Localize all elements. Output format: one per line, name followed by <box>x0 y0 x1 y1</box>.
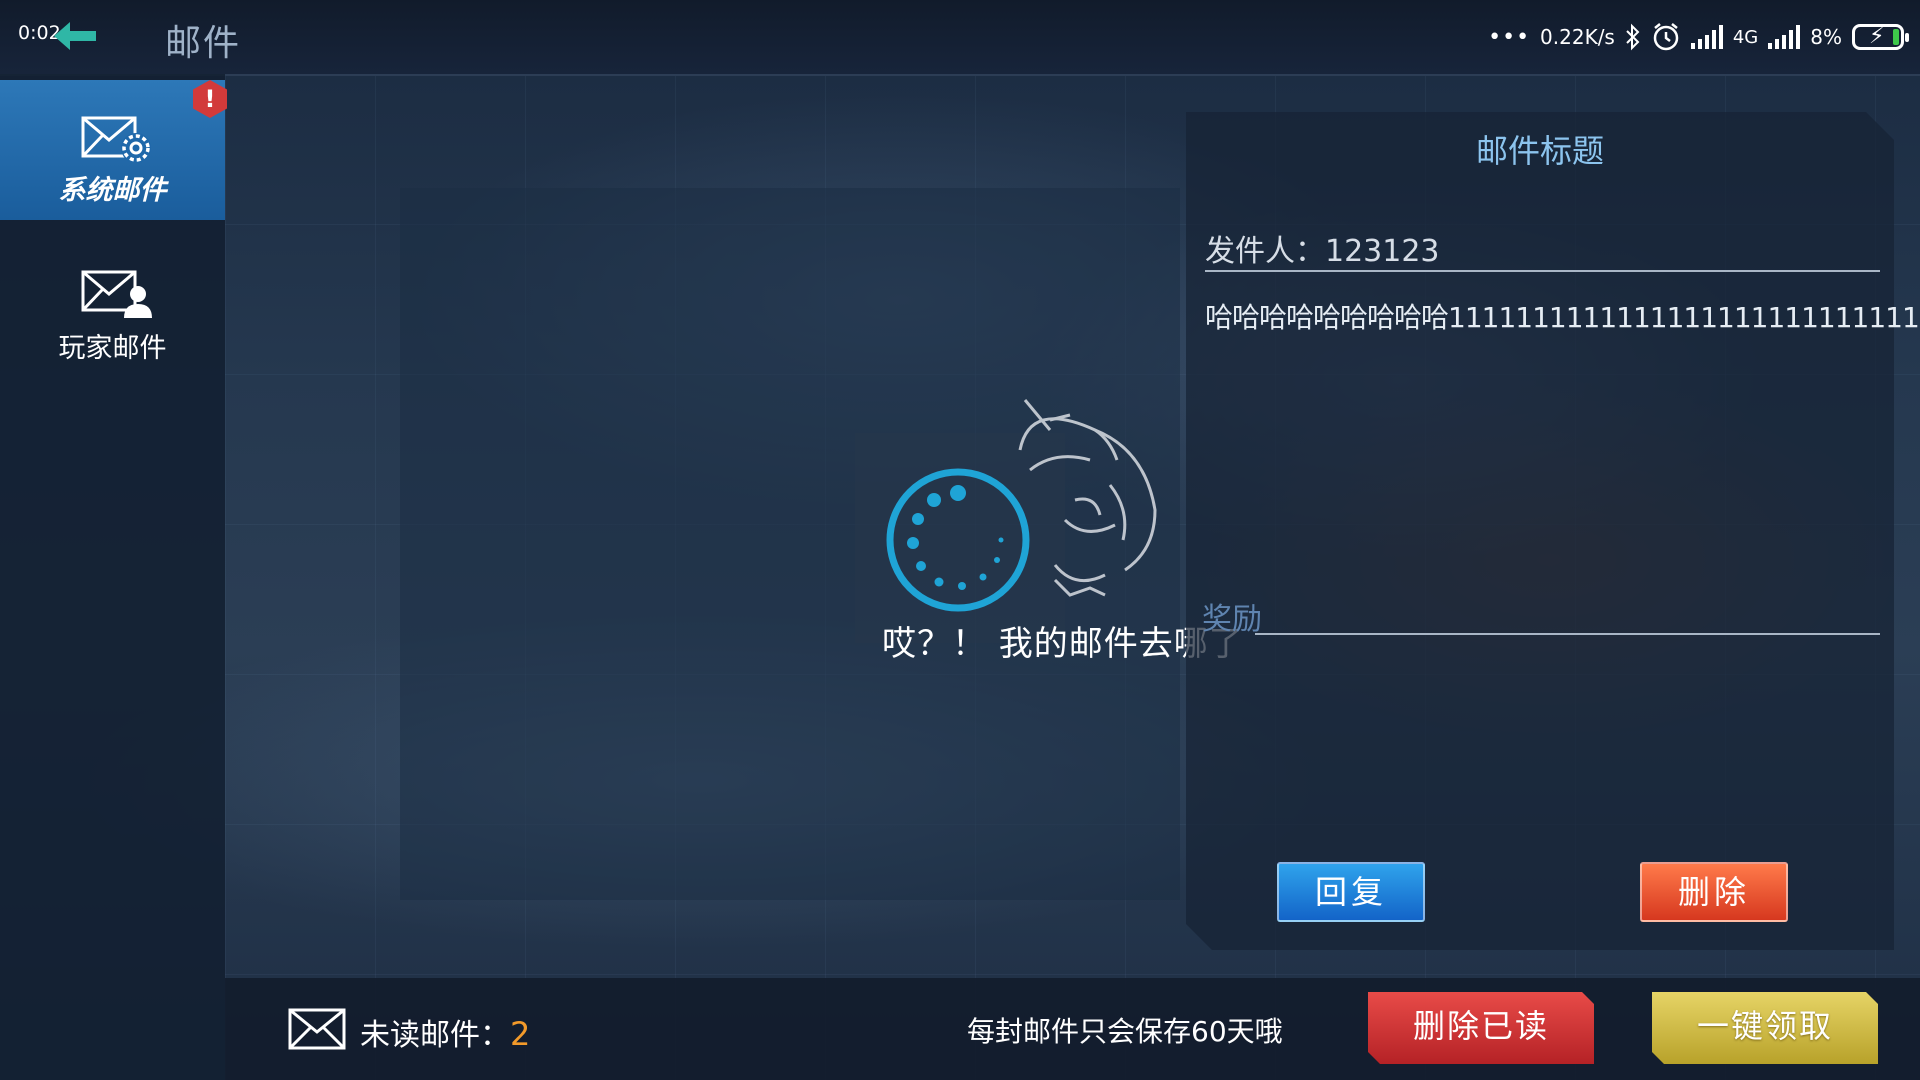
page-title: 邮件 <box>165 23 242 64</box>
top-bar: 0:02 邮件 ••• 0.22K/s 4G 8% ⚡ <box>0 0 1920 76</box>
mail-title: 邮件标题 <box>1475 132 1604 170</box>
sidebar-item-system-mail[interactable]: 系统邮件 <box>0 80 225 220</box>
system-mail-icon <box>81 116 151 163</box>
delete-button[interactable]: 删除 <box>1640 862 1788 922</box>
divider <box>1255 633 1880 635</box>
battery-percent: 8% <box>1810 25 1842 49</box>
mail-icon <box>288 1008 346 1050</box>
more-dots-icon: ••• <box>1488 24 1531 50</box>
sidebar: 系统邮件 玩家邮件 <box>0 74 225 1080</box>
signal-icon <box>1690 25 1723 49</box>
net-speed: 0.22K/s <box>1540 25 1615 49</box>
sidebar-item-label: 系统邮件 <box>58 175 167 206</box>
unread-label-text: 未读邮件： <box>360 1018 510 1053</box>
reward-label: 奖励 <box>1202 602 1262 637</box>
player-mail-icon <box>81 270 152 318</box>
signal-icon <box>1768 25 1801 49</box>
retention-note: 每封邮件只会保存60天哦 <box>967 1015 1283 1048</box>
status-indicators: ••• 0.22K/s 4G 8% ⚡ <box>1488 20 1909 54</box>
bluetooth-icon <box>1626 23 1640 51</box>
reply-button[interactable]: 回复 <box>1277 862 1425 922</box>
battery-icon: ⚡ <box>1852 24 1909 50</box>
loading-character-illustration <box>886 399 1157 612</box>
unread-count: 2 <box>510 1015 531 1053</box>
divider <box>1205 270 1880 272</box>
back-arrow-icon[interactable] <box>50 16 100 56</box>
sidebar-item-player-mail[interactable]: 玩家邮件 <box>0 234 225 374</box>
mail-body: 哈哈哈哈哈哈哈哈哈1111111111111111111111111111 <box>1205 301 1920 334</box>
claim-all-button[interactable]: 一键领取 <box>1652 992 1878 1064</box>
mail-sender: 发件人：123123 <box>1205 234 1440 269</box>
sidebar-item-label: 玩家邮件 <box>58 333 167 364</box>
delete-read-button[interactable]: 删除已读 <box>1368 992 1594 1064</box>
unread-count-label: 未读邮件：2 <box>360 1010 530 1054</box>
network-type: 4G <box>1732 26 1759 48</box>
alarm-icon <box>1653 23 1679 51</box>
